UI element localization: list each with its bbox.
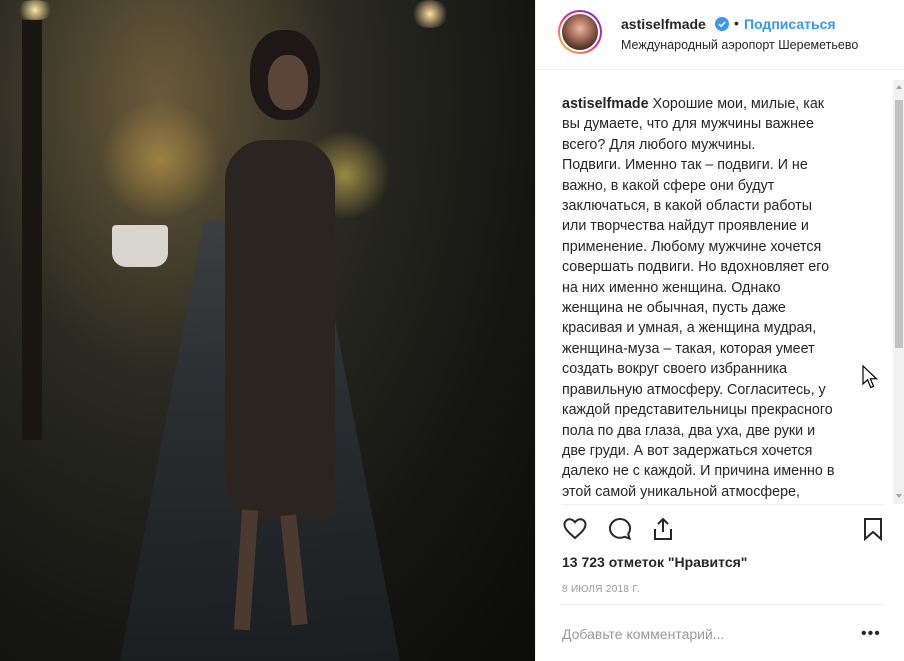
model-dress — [225, 140, 335, 520]
caption-username[interactable]: astiselfmade — [562, 96, 649, 112]
bookmark-icon — [864, 518, 882, 542]
foliage-glow — [100, 100, 220, 220]
flower-pot — [112, 225, 168, 267]
comment-button[interactable] — [605, 514, 635, 544]
model-face — [268, 55, 308, 110]
location-link[interactable]: Международный аэропорт Шереметьево — [621, 38, 858, 52]
avatar[interactable] — [558, 10, 602, 54]
mouse-cursor-icon — [862, 365, 879, 389]
post-photo[interactable] — [0, 0, 535, 661]
scroll-down-arrow-icon[interactable] — [896, 494, 902, 498]
share-icon — [654, 517, 672, 540]
scroll-thumb[interactable] — [895, 100, 903, 348]
divider — [562, 504, 884, 505]
scroll-up-arrow-icon[interactable] — [896, 85, 902, 89]
lamp-glow — [15, 0, 55, 20]
lamp-post — [22, 20, 42, 440]
comment-icon — [608, 517, 632, 541]
like-button[interactable] — [560, 514, 590, 544]
caption-area: astiselfmade Хорошие мои, милые, как вы … — [536, 80, 904, 504]
save-button[interactable] — [858, 514, 888, 544]
caption-scrollbar[interactable] — [893, 80, 904, 504]
post-side-panel: astiselfmade • Подписаться Международный… — [535, 0, 904, 661]
caption-body: Хорошие мои, милые, как вы думаете, что … — [562, 96, 835, 500]
likes-count[interactable]: 13 723 отметок "Нравится" — [562, 554, 747, 570]
action-bar — [536, 510, 904, 550]
avatar-image — [560, 12, 600, 52]
separator-dot: • — [734, 15, 739, 31]
more-options-button[interactable]: ••• — [861, 626, 881, 642]
verified-badge-icon — [715, 17, 729, 31]
heart-icon — [563, 518, 587, 540]
post-date[interactable]: 8 ИЮЛЯ 2018 Г. — [562, 584, 640, 595]
follow-button[interactable]: Подписаться — [744, 16, 836, 32]
divider — [562, 604, 884, 605]
caption-text: astiselfmade Хорошие мои, милые, как вы … — [562, 94, 862, 504]
post-header: astiselfmade • Подписаться Международный… — [536, 0, 904, 70]
header-username[interactable]: astiselfmade — [621, 16, 706, 32]
share-button[interactable] — [648, 514, 678, 544]
comment-input[interactable] — [562, 622, 842, 646]
lamp-glow — [410, 0, 450, 28]
